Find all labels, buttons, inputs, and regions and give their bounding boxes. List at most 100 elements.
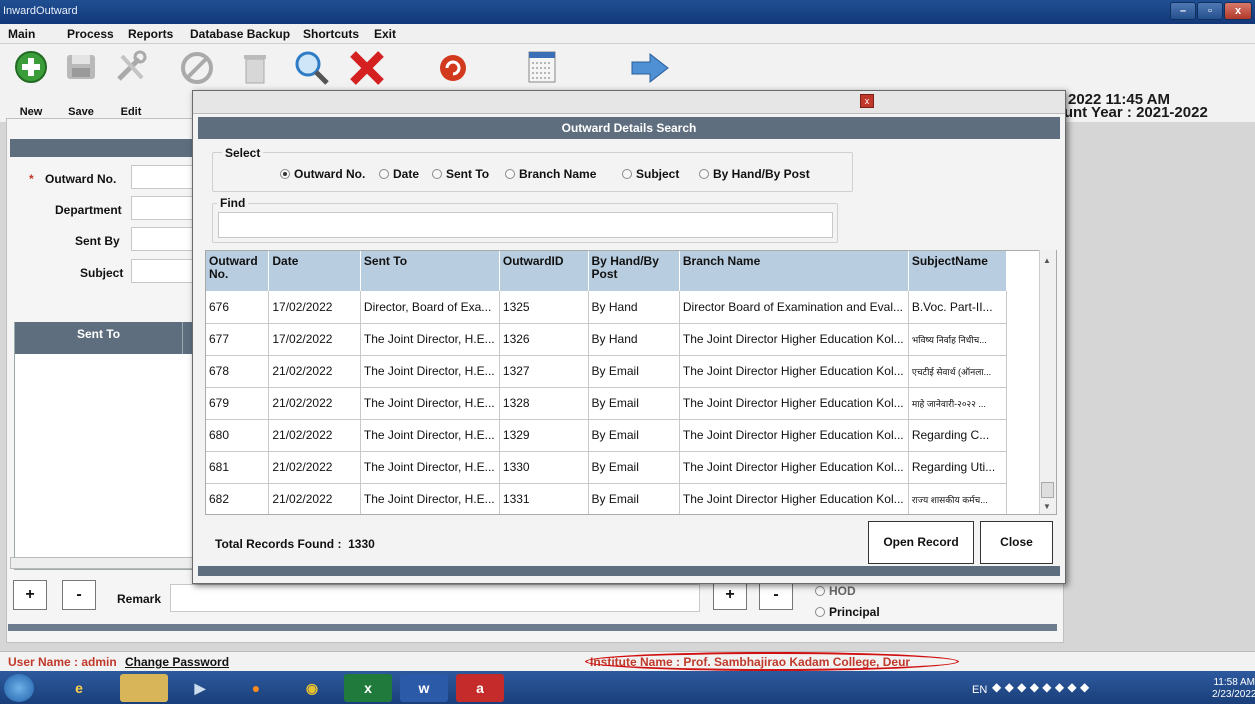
table-row[interactable]: 681 21/02/2022 The Joint Director, H.E... 1… xyxy=(206,451,1056,484)
menu-process[interactable]: Process xyxy=(67,27,114,41)
radio-subject[interactable]: Subject xyxy=(622,167,679,181)
remove-approver-button[interactable]: - xyxy=(759,580,793,610)
department-input[interactable] xyxy=(131,196,193,220)
start-button-icon[interactable] xyxy=(4,674,34,702)
table-row[interactable]: 677 17/02/2022 The Joint Director, H.E... 1… xyxy=(206,323,1056,356)
radio-dot xyxy=(622,169,632,179)
save-button[interactable]: Save xyxy=(56,46,106,120)
menu-exit[interactable]: Exit xyxy=(374,27,396,41)
word-icon[interactable]: w xyxy=(400,674,448,702)
cell: The Joint Director, H.E... xyxy=(360,419,500,452)
hod-radio[interactable]: HOD xyxy=(815,584,856,598)
cell: The Joint Director, H.E... xyxy=(360,387,500,420)
system-tray-icons[interactable]: ◆ ◆ ◆ ◆ ◆ ◆ ◆ ◆ xyxy=(992,680,1089,694)
system-clock[interactable]: 11:58 AM 2/23/2022 xyxy=(1212,677,1255,701)
cell: The Joint Director Higher Education Kol.… xyxy=(679,323,909,356)
excel-icon[interactable]: x xyxy=(344,674,392,702)
menu-database-backup[interactable]: Database Backup xyxy=(190,27,290,41)
remark-label: Remark xyxy=(117,592,162,606)
grid-vertical-scrollbar[interactable] xyxy=(1039,250,1056,514)
menu-shortcuts[interactable]: Shortcuts xyxy=(303,27,359,41)
change-password-link[interactable]: Change Password xyxy=(125,655,229,669)
cell: 682 xyxy=(206,483,270,514)
close-dialog-button[interactable]: Close xyxy=(980,521,1053,564)
table-row[interactable]: 682 21/02/2022 The Joint Director, H.E... 1… xyxy=(206,483,1056,514)
col-date[interactable]: Date xyxy=(268,251,361,291)
refresh-icon[interactable] xyxy=(436,51,470,85)
cell: 1326 xyxy=(499,323,589,356)
table-row[interactable]: 676 17/02/2022 Director, Board of Exa... 13… xyxy=(206,291,1056,324)
radio-branch-name[interactable]: Branch Name xyxy=(505,167,596,181)
col-subject-name[interactable]: SubjectName xyxy=(908,251,1007,291)
cell: 677 xyxy=(206,323,270,356)
calendar-icon[interactable] xyxy=(527,50,557,84)
access-app-icon[interactable]: a xyxy=(456,674,504,702)
table-row[interactable]: 680 21/02/2022 The Joint Director, H.E... 1… xyxy=(206,419,1056,452)
sent-to-list[interactable] xyxy=(14,322,196,570)
table-row[interactable]: 678 21/02/2022 The Joint Director, H.E... 1… xyxy=(206,355,1056,388)
recycle-bin-icon[interactable] xyxy=(238,51,272,85)
radio-sent-to[interactable]: Sent To xyxy=(432,167,489,181)
arrow-right-icon[interactable] xyxy=(630,52,670,84)
edit-button[interactable]: Edit xyxy=(106,46,156,120)
remark-input[interactable] xyxy=(170,584,700,612)
menu-bar: Main Process Reports Database Backup Sho… xyxy=(0,24,1255,44)
new-button[interactable]: New xyxy=(6,46,56,120)
radio-by-hand-by-post[interactable]: By Hand/By Post xyxy=(699,167,810,181)
menu-main[interactable]: Main xyxy=(8,27,35,41)
scroll-up-icon[interactable]: ▲ xyxy=(1043,256,1051,265)
menu-reports[interactable]: Reports xyxy=(128,27,173,41)
cell: 17/02/2022 xyxy=(268,323,361,356)
minimize-button[interactable]: – xyxy=(1170,2,1196,20)
sent-to-header: Sent To xyxy=(15,322,182,354)
results-grid[interactable]: Outward No. Date Sent To OutwardID By Ha… xyxy=(205,250,1057,515)
cell: B.Voc. Part-II... xyxy=(908,291,1007,324)
dialog-close-icon[interactable]: x xyxy=(860,94,874,108)
sent-by-input[interactable] xyxy=(131,227,193,251)
col-by-hand-by-post[interactable]: By Hand/By Post xyxy=(588,251,680,291)
file-explorer-icon[interactable] xyxy=(120,674,168,702)
radio-dot xyxy=(815,607,825,617)
cell: 676 xyxy=(206,291,270,324)
find-input[interactable] xyxy=(218,212,833,238)
user-name-label: User Name : admin xyxy=(8,655,117,669)
firefox-icon[interactable]: ● xyxy=(232,674,280,702)
remove-remark-button[interactable]: - xyxy=(62,580,96,610)
add-remark-button[interactable]: + xyxy=(13,580,47,610)
principal-radio[interactable]: Principal xyxy=(815,605,880,619)
col-sent-to[interactable]: Sent To xyxy=(360,251,500,291)
cell: 680 xyxy=(206,419,270,452)
cell: 1327 xyxy=(499,355,589,388)
outward-no-input[interactable] xyxy=(131,165,193,189)
scrollbar-thumb[interactable] xyxy=(1041,482,1054,498)
cell: The Joint Director Higher Education Kol.… xyxy=(679,483,909,514)
cell: By Email xyxy=(588,451,680,484)
scroll-down-icon[interactable]: ▼ xyxy=(1043,502,1051,511)
chrome-icon[interactable]: ◉ xyxy=(288,674,336,702)
annotation-ellipse xyxy=(585,652,959,671)
radio-date[interactable]: Date xyxy=(379,167,419,181)
open-record-button[interactable]: Open Record xyxy=(868,521,974,564)
cell: 21/02/2022 xyxy=(268,483,361,514)
language-indicator[interactable]: EN xyxy=(972,684,987,696)
browser-ie-icon[interactable]: e xyxy=(55,674,103,702)
horizontal-scrollbar[interactable] xyxy=(10,557,196,569)
radio-outward-no[interactable]: Outward No. xyxy=(280,167,365,181)
search-icon[interactable] xyxy=(293,49,331,87)
add-approver-button[interactable]: + xyxy=(713,580,747,610)
tools-icon xyxy=(117,50,147,81)
table-row[interactable]: 679 21/02/2022 The Joint Director, H.E... 1… xyxy=(206,387,1056,420)
media-player-icon[interactable]: ▶ xyxy=(176,674,224,702)
radio-dot xyxy=(699,169,709,179)
subject-label: Subject xyxy=(80,266,124,280)
subject-input[interactable] xyxy=(131,259,193,283)
col-outward-no[interactable]: Outward No. xyxy=(206,251,270,291)
cancel-icon[interactable] xyxy=(180,51,214,85)
col-branch-name[interactable]: Branch Name xyxy=(679,251,909,291)
maximize-button[interactable]: ▫ xyxy=(1197,2,1223,20)
cell: The Joint Director Higher Education Kol.… xyxy=(679,387,909,420)
close-window-button[interactable]: x xyxy=(1224,2,1252,20)
cell: राज्य शासकीय कर्मच... xyxy=(908,483,1007,514)
clear-icon[interactable] xyxy=(348,49,386,87)
col-outward-id[interactable]: OutwardID xyxy=(499,251,589,291)
